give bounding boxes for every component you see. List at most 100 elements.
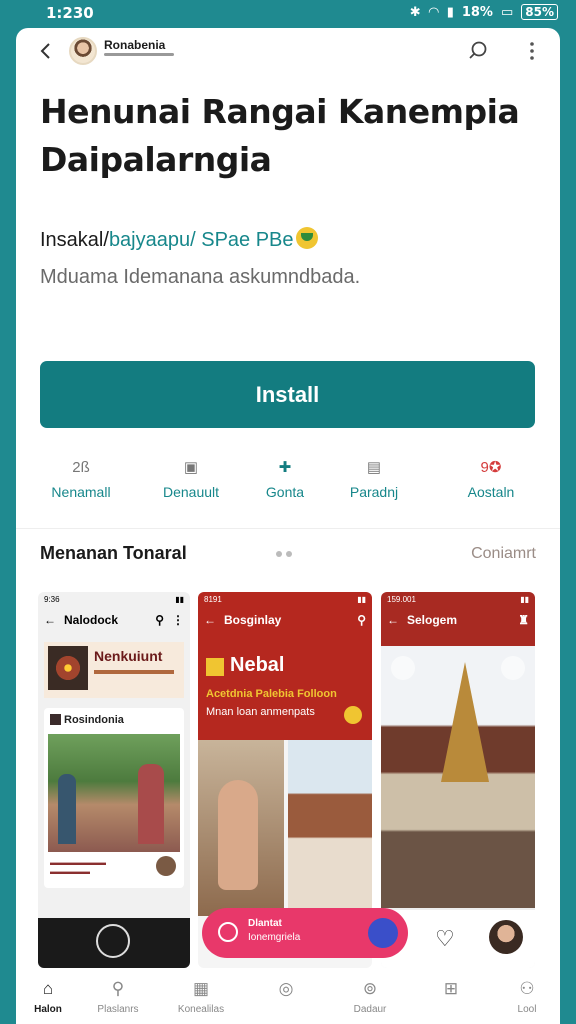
- post-title: Rosindonia: [64, 714, 124, 726]
- leaf-badge-icon: [295, 227, 318, 249]
- red-header: 8191 ▮▮ ← Bosginlay ⚲ Nebal Acetdnia Pale…: [198, 592, 372, 740]
- mini-bar-title: Nalodock: [64, 613, 119, 627]
- section-action-link[interactable]: Coniamrt: [471, 545, 536, 563]
- header-subtitle-2: Mnan loan anmenpats: [206, 706, 315, 718]
- nav-label: Halon: [34, 1004, 62, 1015]
- profile-icon: ⚇: [519, 979, 535, 998]
- carousel-dots: [276, 544, 300, 557]
- publisher-link[interactable]: bajyaapu/ SPae PBe: [109, 229, 294, 251]
- age-rating-icon: ▤: [366, 459, 382, 476]
- mini-time: 9:36: [44, 595, 60, 604]
- mini-status-bar: 159.001 ▮▮: [387, 595, 529, 604]
- banner-burst-graphic: [48, 646, 88, 690]
- wifi-icon: ◠: [428, 4, 439, 20]
- download-circle-icon: ⊚: [362, 979, 378, 998]
- developer-avatar[interactable]: [69, 37, 97, 65]
- mini-back-icon: ←: [204, 613, 216, 627]
- hand-photo: [198, 740, 284, 916]
- header-badge-icon: [344, 706, 362, 724]
- post-photo: [48, 734, 180, 852]
- nav-item-discover[interactable]: ◎: [256, 978, 316, 1004]
- mini-search-icon: ⚲: [357, 613, 366, 627]
- nav-label: Konealilas: [177, 1004, 225, 1015]
- nav-item-search[interactable]: ⚲ Plaslanrs: [88, 978, 148, 1015]
- more-vert-icon[interactable]: [524, 40, 540, 62]
- section-title: Menanan Tonaral: [40, 543, 187, 563]
- banner-image: Nenkuiunt: [44, 642, 184, 698]
- home-icon: ⌂: [42, 979, 54, 998]
- mini-time: 159.001: [387, 595, 416, 604]
- status-bar: 1:230 ✱ ◠ ▮ 18% ▭ 85%: [0, 0, 576, 28]
- nav-item-library[interactable]: ⊞: [421, 978, 481, 1004]
- stat-label: Aostaln: [467, 484, 515, 500]
- search-icon[interactable]: [466, 39, 490, 63]
- nav-item-profile[interactable]: ⚇ Lool: [497, 978, 557, 1015]
- nav-item-downloads[interactable]: ⊚ Dadaur: [340, 978, 400, 1015]
- heart-icon: ♡: [435, 926, 455, 951]
- mini-time: 8191: [204, 595, 222, 604]
- post-avatar: [156, 856, 176, 876]
- header-big-title: Nebal: [230, 654, 285, 676]
- rating-icon: 2ß: [72, 458, 90, 476]
- app-bar: Ronabenia: [16, 28, 560, 74]
- overlay-circle-icon: [391, 656, 415, 680]
- nav-label: Plaslanrs: [97, 1004, 139, 1015]
- grid-icon: ▦: [192, 979, 210, 998]
- chip-refresh-icon: [218, 922, 238, 942]
- nav-item-home[interactable]: ⌂ Halon: [18, 978, 78, 1015]
- stat-label: Nenamall: [51, 484, 111, 500]
- stat-item[interactable]: 9✪ Aostaln: [436, 456, 546, 500]
- mini-bottom-nav: [38, 918, 190, 968]
- header-subtitle: Acetdnia Palebia Folloon: [206, 688, 337, 700]
- publisher-line: Insakal/bajyaapu/ SPae PBe: [40, 227, 318, 252]
- app-title: Henunai Rangai Kanempia Daipalarngia: [40, 92, 520, 179]
- house-photo: [288, 740, 372, 916]
- mini-app-bar: ← Selogem ♜: [381, 606, 535, 634]
- install-button[interactable]: Install: [40, 361, 535, 428]
- publisher-prefix: Insakal/: [40, 229, 109, 251]
- back-arrow-icon[interactable]: [36, 40, 56, 62]
- app-detail-card: Ronabenia Henunai Rangai Kanempia Daipal…: [16, 28, 560, 1024]
- battery-icon: ▭: [500, 4, 514, 20]
- banner-title: Nenkuiunt: [94, 648, 163, 664]
- chip-subtitle: Ionemgriela: [248, 932, 301, 943]
- battery-level: 85%: [521, 4, 558, 20]
- mini-avatar: [489, 920, 523, 954]
- post-caption-lines: ▬▬▬▬▬▬▬ ▬▬▬▬▬: [50, 858, 106, 876]
- signal-icon: ▮: [446, 4, 454, 20]
- floating-chip-wrap: Dlantat Ionemgriela: [198, 904, 418, 964]
- mini-status-bar: 9:36 ▮▮: [44, 595, 184, 604]
- tower-shape: [441, 662, 489, 782]
- library-icon: ⊞: [443, 979, 459, 998]
- red-header: 159.001 ▮▮ ← Selogem ♜: [381, 592, 535, 646]
- nav-item-categories[interactable]: ▦ Konealilas: [171, 978, 231, 1015]
- developer-name[interactable]: Ronabenia: [104, 38, 165, 52]
- chip-action-icon: [368, 918, 398, 948]
- bluetooth-icon: ✱: [409, 4, 421, 20]
- mini-search-icon: ⚲: [155, 613, 164, 627]
- floating-chip: Dlantat Ionemgriela: [202, 908, 408, 958]
- overlay-circle-icon: [501, 656, 525, 680]
- screenshot-1[interactable]: 9:36 ▮▮ ← Nalodock ⚲ ⋮ Nenkuiunt Rosindoni…: [38, 592, 190, 968]
- mini-bar-title: Bosginlay: [224, 613, 282, 627]
- status-icons: ✱ ◠ ▮ 18% ▭ 85%: [410, 4, 558, 20]
- stat-label: Paradnj: [349, 484, 399, 500]
- mini-app-bar: ← Bosginlay ⚲: [198, 606, 372, 634]
- mini-back-icon: ←: [387, 613, 399, 627]
- nav-label: Lool: [517, 1004, 537, 1015]
- mini-status-bar: 8191 ▮▮: [204, 595, 366, 604]
- nav-label: Dadaur: [353, 1004, 387, 1015]
- chip-title: Dlantat: [248, 918, 282, 929]
- badge-icon: 9✪: [480, 459, 502, 476]
- post-icon: [50, 714, 61, 725]
- bottom-nav: ⌂ Halon ⚲ Plaslanrs ▦ Konealilas ◎ ⊚ Dad…: [16, 970, 560, 1024]
- stat-item[interactable]: 2ß Nenamall: [26, 456, 136, 501]
- yellow-square-icon: [206, 658, 224, 676]
- signal-text: 18%: [461, 4, 493, 20]
- mini-emblem-icon: ♜: [518, 613, 529, 627]
- mini-back-icon: ←: [44, 613, 56, 627]
- stats-row: 2ß Nenamall ▣ Denauult ✚ Gonta ▤ Paradnj…: [16, 456, 560, 511]
- stat-item[interactable]: ▤ Paradnj: [319, 456, 429, 500]
- mini-bar-title: Selogem: [407, 613, 458, 627]
- developer-subtitle-line: [104, 53, 174, 56]
